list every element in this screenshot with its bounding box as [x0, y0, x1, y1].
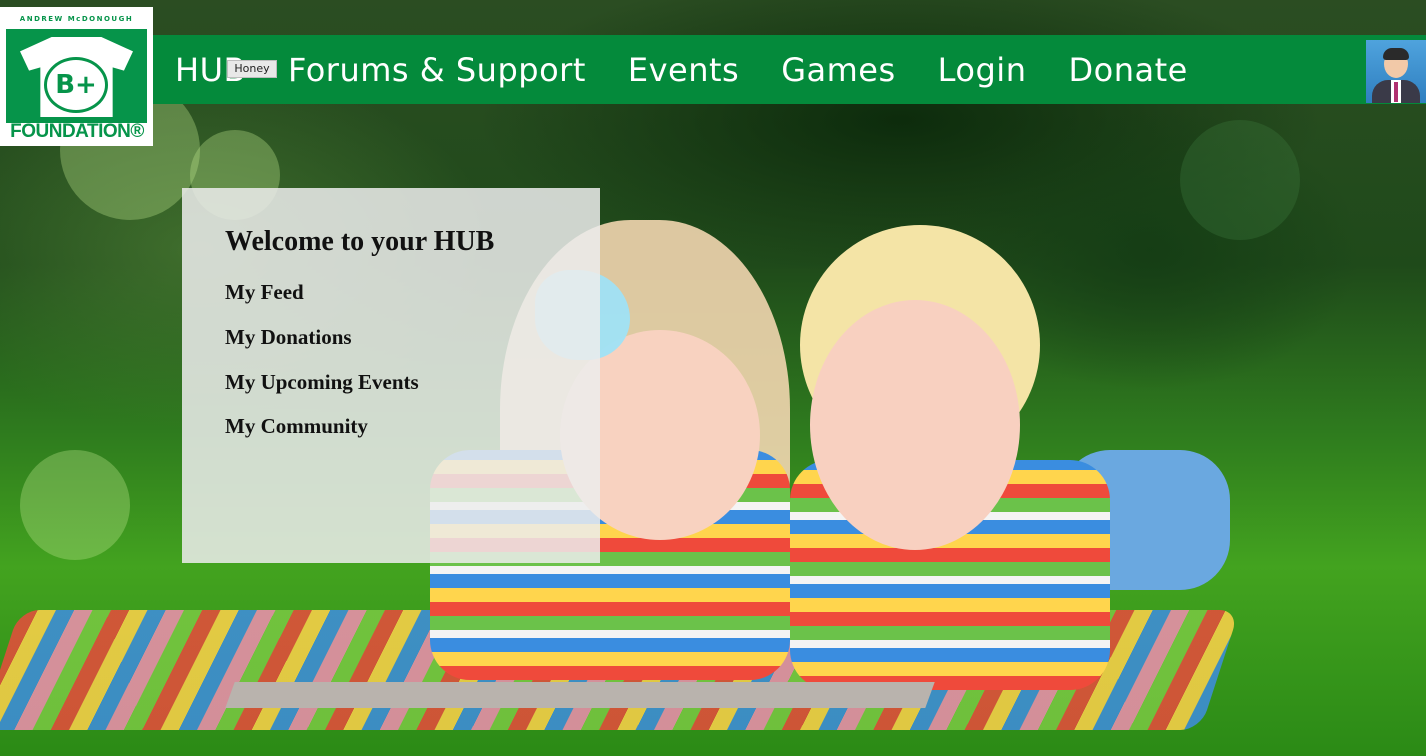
welcome-panel: Welcome to your HUB My Feed My Donations…	[182, 188, 600, 563]
nav-item-events[interactable]: Events	[628, 51, 739, 89]
avatar-tie	[1394, 82, 1398, 102]
logo-mark: B+	[44, 57, 108, 113]
my-feed-link[interactable]: My Feed	[225, 280, 304, 305]
logo-tagline: ANDREW McDONOUGH	[19, 15, 134, 23]
bokeh-light	[1180, 120, 1300, 240]
boy-face	[810, 300, 1020, 550]
my-upcoming-events-link[interactable]: My Upcoming Events	[225, 370, 419, 395]
foundation-logo[interactable]: ANDREW McDONOUGH B+ FOUNDATION®	[0, 7, 153, 146]
user-avatar-icon[interactable]	[1366, 40, 1426, 103]
logo-green-panel: B+	[6, 29, 147, 123]
main-nav: HUB Forums & Support Events Games Login …	[154, 35, 1209, 104]
bokeh-light	[20, 450, 130, 560]
my-community-link[interactable]: My Community	[225, 414, 368, 439]
my-donations-link[interactable]: My Donations	[225, 325, 352, 350]
nav-item-login[interactable]: Login	[938, 51, 1027, 89]
tooltip: Honey	[227, 60, 277, 78]
avatar-hair	[1383, 48, 1409, 60]
nav-item-forums-support[interactable]: Forums & Support	[288, 51, 586, 89]
logo-name: FOUNDATION®	[10, 121, 144, 142]
book	[225, 682, 935, 708]
panel-title: Welcome to your HUB	[225, 226, 495, 257]
nav-item-donate[interactable]: Donate	[1068, 51, 1187, 89]
nav-item-games[interactable]: Games	[781, 51, 895, 89]
